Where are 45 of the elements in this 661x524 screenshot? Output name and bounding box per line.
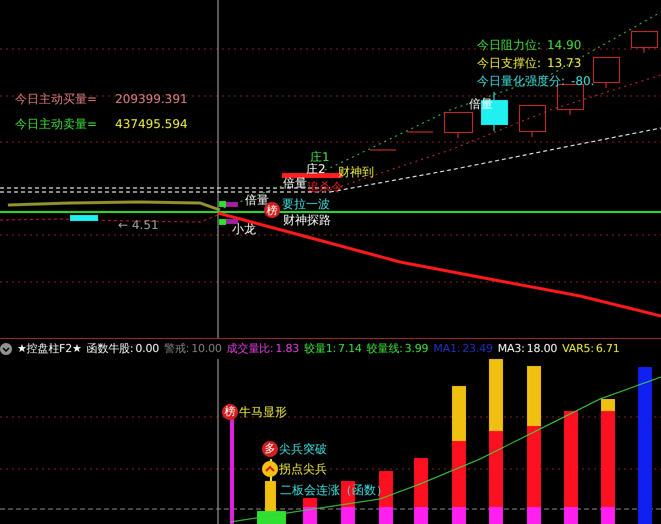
stat-label: 今日主动买量= (15, 92, 98, 106)
chevron-up-icon (262, 461, 278, 477)
level-label: 今日量化强度分: (477, 74, 566, 88)
level-value: 13.73 (547, 56, 582, 70)
signal-label: 庄1 (310, 150, 330, 164)
marker-drawing (219, 201, 238, 225)
signal-badge: 榜 (222, 404, 238, 420)
indicator-label: VAR5: (562, 342, 594, 356)
indicator-value: 6.71 (596, 342, 620, 356)
indicator-value: 23.49 (462, 342, 493, 356)
signal-label: 倍量 (283, 176, 307, 190)
stat-value: 209399.391 (115, 92, 188, 106)
signal-label: 财神探路 (283, 213, 331, 227)
indicator-value: 0.00 (135, 342, 160, 356)
indicator-label: 较量1: (304, 342, 336, 356)
level-label: 今日支撑位: (477, 56, 542, 70)
signal-label: 倍量 (469, 97, 493, 111)
signal-label: 庄2 (306, 162, 326, 176)
stat-value: 437495.594 (115, 117, 188, 131)
signal-label: 要拉一波 (282, 197, 330, 211)
indicator-title: ★控盘柱F2★ (17, 342, 82, 356)
chevron-icon[interactable] (0, 343, 12, 355)
indicator-label: 较量线: (366, 342, 403, 356)
indicator-label: 函数牛股: (86, 342, 134, 356)
signal-label: ← 4.51 (118, 218, 159, 232)
signal-badge: 多 (262, 441, 278, 457)
signal-label: 拐点尖兵 (279, 461, 327, 477)
indicator-label: MA1: (433, 342, 460, 356)
stat-label: 今日主动卖量= (15, 117, 98, 131)
indicator-value: 3.99 (404, 342, 428, 356)
level-value: -80. (571, 74, 594, 88)
signal-label: 尖兵突破 (279, 441, 327, 457)
signal-label: 小龙 (232, 222, 256, 236)
price-block (70, 215, 98, 221)
signal-label: 财神到 (338, 165, 374, 179)
indicator-value: 10.00 (191, 342, 222, 356)
indicator-value: 1.83 (275, 342, 300, 356)
indicator-label: 警戒: (164, 342, 190, 356)
signal-label: 牛马显形 (239, 404, 287, 420)
indicator-label: MA3: (498, 342, 525, 356)
indicator-value: 7.14 (338, 342, 362, 356)
level-value: 14.90 (547, 38, 582, 52)
indicator-label: 成交量比: (226, 342, 274, 356)
indicator-value: 18.00 (526, 342, 558, 356)
level-label: 今日阻力位: (477, 38, 542, 52)
